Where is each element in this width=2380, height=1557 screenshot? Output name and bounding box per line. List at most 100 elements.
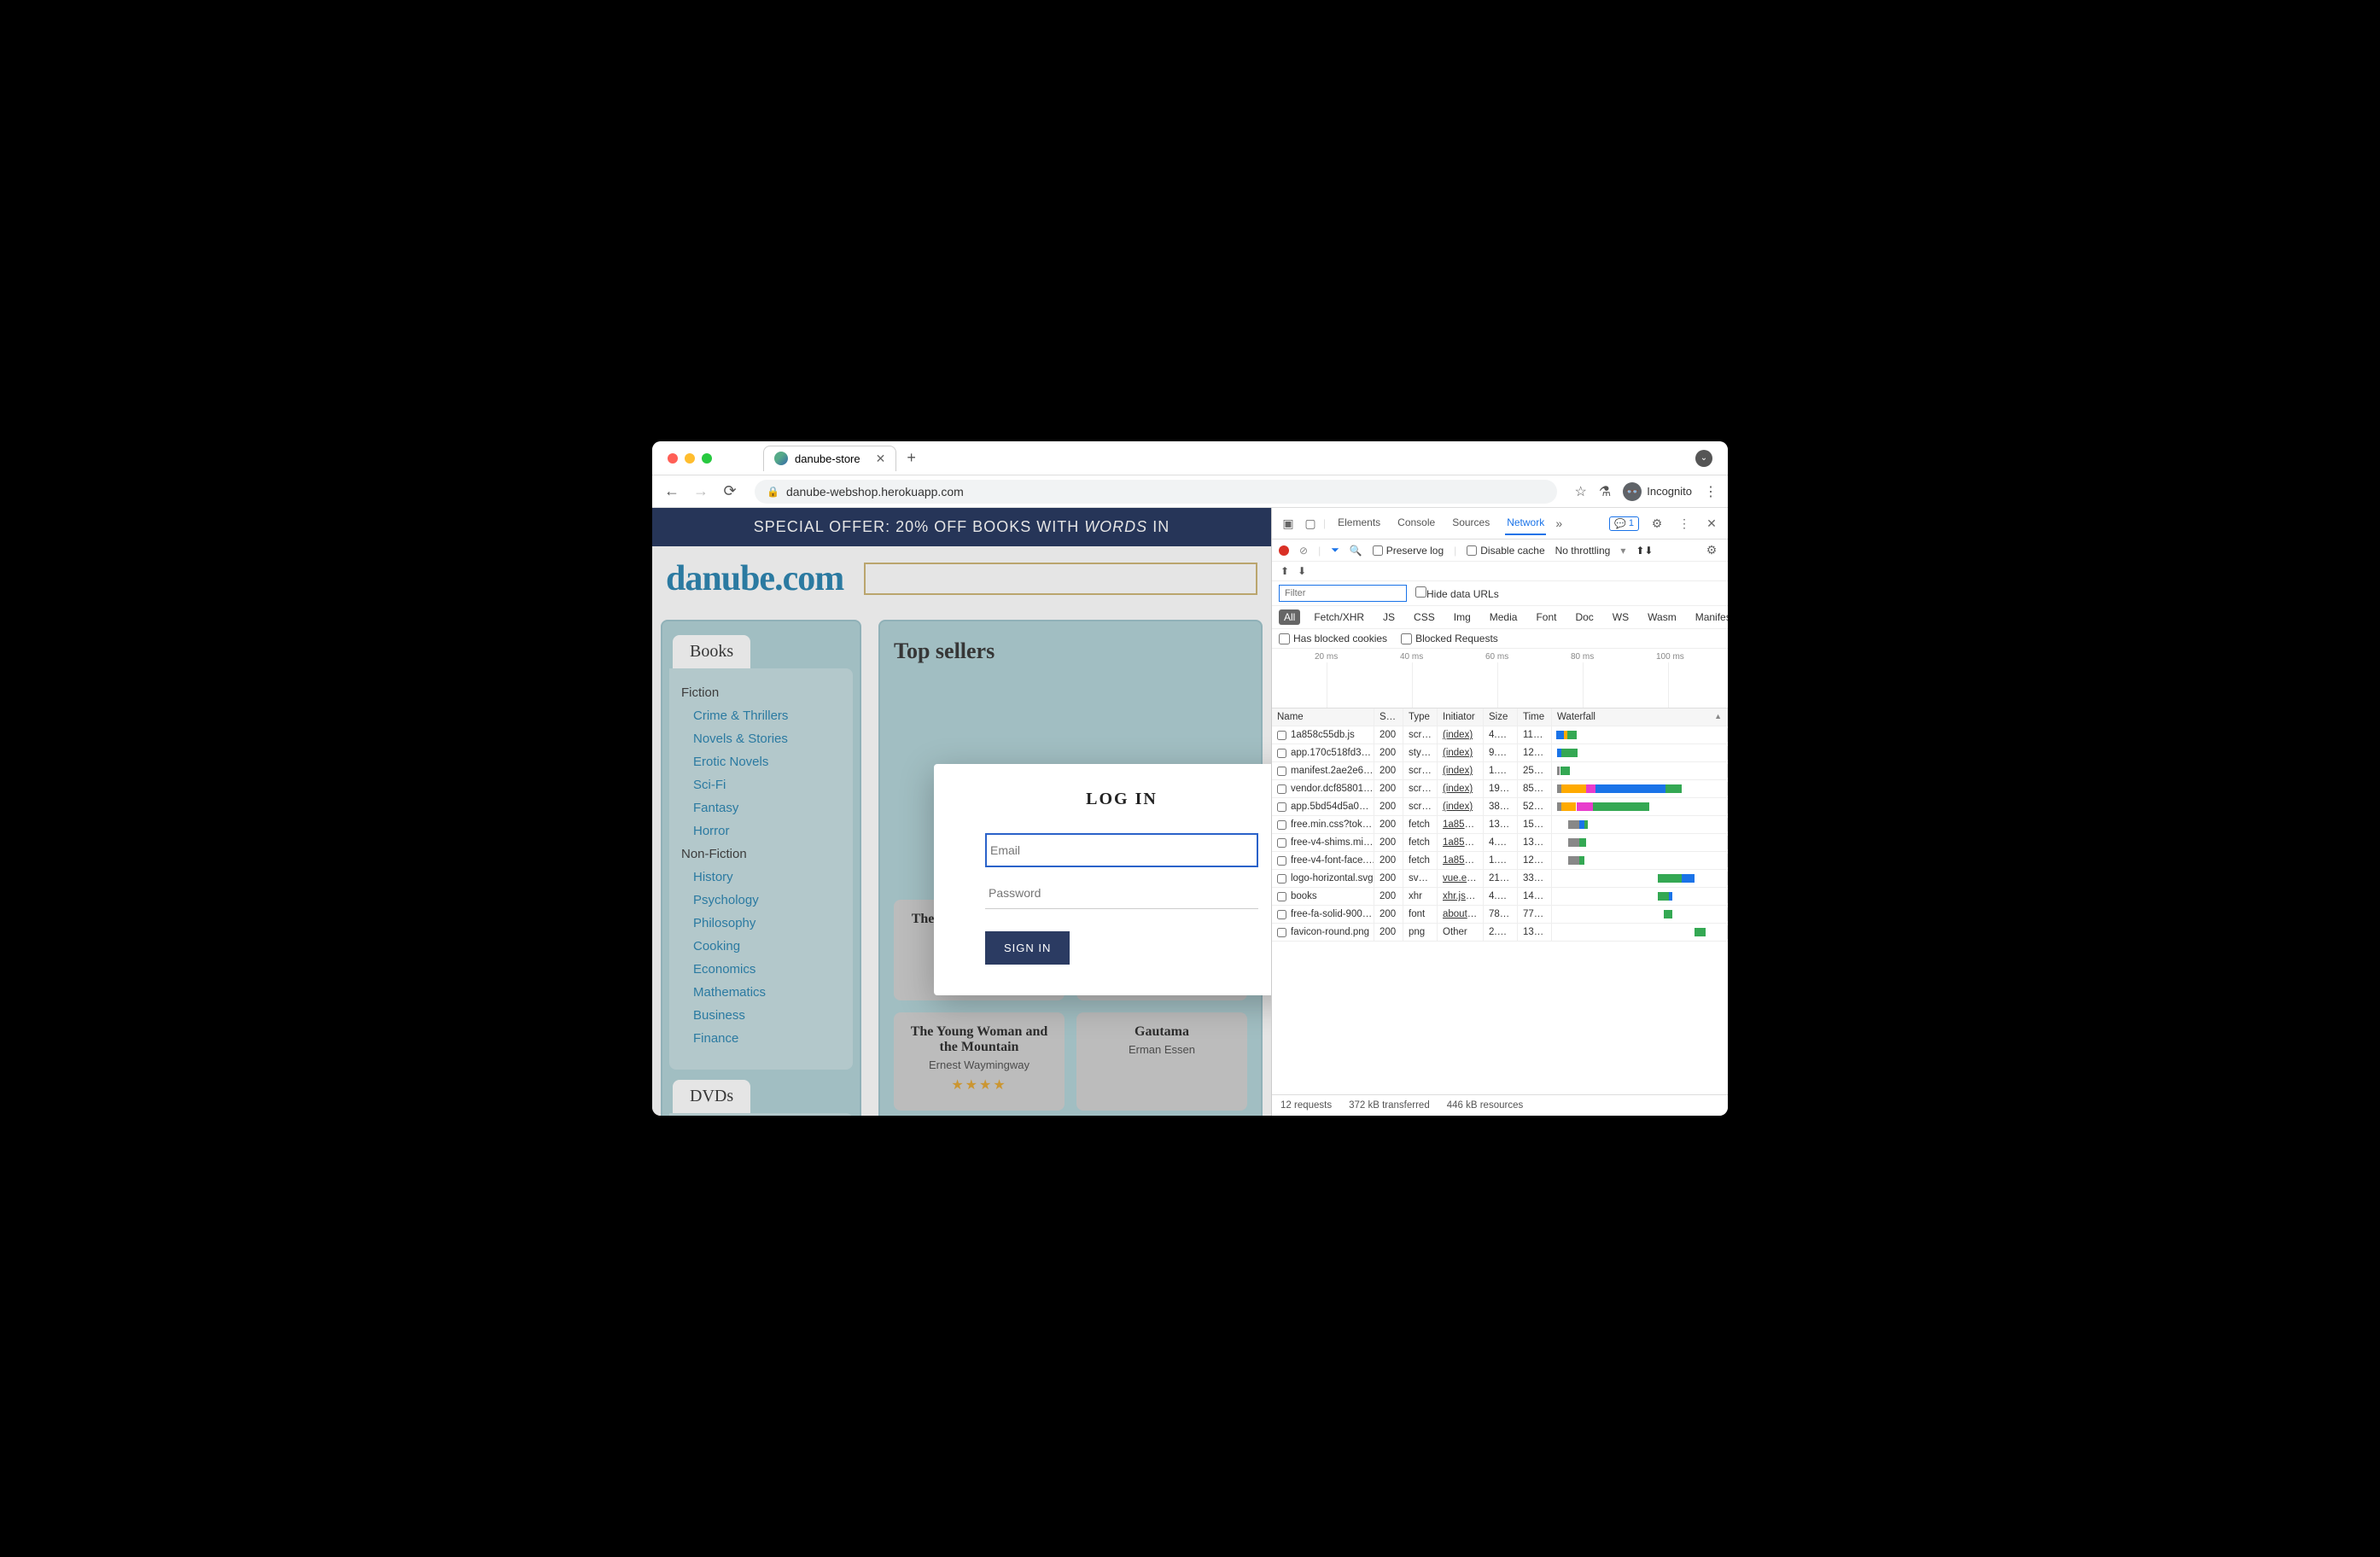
type-filter[interactable]: Fetch/XHR xyxy=(1309,609,1369,625)
has-blocked-cookies-checkbox[interactable]: Has blocked cookies xyxy=(1279,633,1387,644)
initiator-link[interactable]: vue.es… xyxy=(1443,873,1481,883)
row-checkbox[interactable] xyxy=(1277,731,1286,740)
settings-gear-icon[interactable]: ⚙ xyxy=(1648,516,1666,531)
extension-icon[interactable]: ⚗ xyxy=(1599,483,1611,500)
type-filter[interactable]: Manifest xyxy=(1690,609,1728,625)
close-window[interactable] xyxy=(668,453,678,464)
disable-cache-checkbox[interactable]: Disable cache xyxy=(1467,545,1544,557)
download-har-icon[interactable]: ⬇ xyxy=(1298,565,1306,577)
reload-icon[interactable]: ⟳ xyxy=(720,482,739,500)
row-checkbox[interactable] xyxy=(1277,874,1286,883)
filter-funnel-icon[interactable]: ⏷ xyxy=(1331,544,1339,557)
devtools-tab-console[interactable]: Console xyxy=(1396,511,1437,535)
type-filter[interactable]: CSS xyxy=(1409,609,1440,625)
devtools-tab-sources[interactable]: Sources xyxy=(1450,511,1491,535)
minimize-window[interactable] xyxy=(685,453,695,464)
clear-icon[interactable]: ⊘ xyxy=(1299,545,1308,557)
type-filter[interactable]: Font xyxy=(1531,609,1561,625)
row-checkbox[interactable] xyxy=(1277,784,1286,794)
row-checkbox[interactable] xyxy=(1277,820,1286,830)
upload-har-icon[interactable]: ⬆ xyxy=(1280,565,1289,577)
network-row[interactable]: app.170c518fd3…200styl…(index)9.0…12… xyxy=(1272,744,1728,762)
signin-button[interactable]: SIGN IN xyxy=(985,931,1070,965)
new-tab-button[interactable]: + xyxy=(907,449,916,467)
row-checkbox[interactable] xyxy=(1277,928,1286,937)
column-header[interactable]: Initiator xyxy=(1438,709,1484,726)
table-header[interactable]: NameSt…TypeInitiatorSizeTimeWaterfall▲ xyxy=(1272,709,1728,726)
kebab-menu-icon[interactable]: ⋮ xyxy=(1704,483,1718,500)
type-filter[interactable]: Wasm xyxy=(1642,609,1682,625)
initiator-link[interactable]: Other xyxy=(1443,927,1467,937)
initiator-link[interactable]: (index) xyxy=(1443,730,1473,740)
row-checkbox[interactable] xyxy=(1277,910,1286,919)
row-checkbox[interactable] xyxy=(1277,892,1286,901)
column-header[interactable]: Name xyxy=(1272,709,1374,726)
network-row[interactable]: favicon-round.png200pngOther2.2…13… xyxy=(1272,924,1728,942)
device-icon[interactable]: ▢ xyxy=(1301,516,1320,531)
network-row[interactable]: vendor.dcf85801…200script(index)19…85… xyxy=(1272,780,1728,798)
initiator-link[interactable]: xhr.js:178 xyxy=(1443,891,1484,901)
initiator-link[interactable]: 1a858c… xyxy=(1443,855,1484,866)
browser-tab[interactable]: danube-store ✕ xyxy=(763,446,896,471)
type-filter[interactable]: All xyxy=(1279,609,1300,625)
initiator-link[interactable]: (index) xyxy=(1443,784,1473,794)
throttling-caret-icon[interactable]: ▾ xyxy=(1620,545,1625,557)
initiator-link[interactable]: (index) xyxy=(1443,766,1473,776)
inspect-icon[interactable]: ▣ xyxy=(1279,516,1298,531)
network-row[interactable]: app.5bd54d5a0…200script(index)38…52… xyxy=(1272,798,1728,816)
search-icon[interactable]: 🔍 xyxy=(1350,545,1362,557)
issues-badge[interactable]: 💬1 xyxy=(1609,516,1639,531)
preserve-log-checkbox[interactable]: Preserve log xyxy=(1373,545,1444,557)
type-filter[interactable]: Doc xyxy=(1570,609,1598,625)
star-icon[interactable]: ☆ xyxy=(1575,483,1587,500)
devtools-kebab-icon[interactable]: ⋮ xyxy=(1675,516,1694,531)
type-filter[interactable]: Media xyxy=(1485,609,1523,625)
network-settings-gear-icon[interactable]: ⚙ xyxy=(1702,543,1721,557)
more-tabs-icon[interactable]: » xyxy=(1549,516,1568,530)
wifi-icon[interactable]: ⬆⬇ xyxy=(1636,545,1653,557)
initiator-link[interactable]: 1a858c… xyxy=(1443,819,1484,830)
network-timeline[interactable]: 20 ms40 ms60 ms80 ms100 ms xyxy=(1272,649,1728,709)
blocked-requests-checkbox[interactable]: Blocked Requests xyxy=(1401,633,1498,644)
password-field[interactable] xyxy=(985,878,1258,909)
devtools-tab-network[interactable]: Network xyxy=(1505,511,1546,535)
row-checkbox[interactable] xyxy=(1277,838,1286,848)
email-field[interactable] xyxy=(985,833,1258,867)
network-row[interactable]: free-v4-shims.mi…200fetch1a858c…4.6…13… xyxy=(1272,834,1728,852)
column-header[interactable]: Waterfall▲ xyxy=(1552,709,1728,726)
close-devtools-icon[interactable]: ✕ xyxy=(1702,516,1721,531)
column-header[interactable]: St… xyxy=(1374,709,1403,726)
maximize-window[interactable] xyxy=(702,453,712,464)
row-checkbox[interactable] xyxy=(1277,802,1286,812)
initiator-link[interactable]: (index) xyxy=(1443,802,1473,812)
record-button[interactable] xyxy=(1279,545,1289,556)
initiator-link[interactable]: about:cl… xyxy=(1443,909,1484,919)
type-filter[interactable]: WS xyxy=(1607,609,1634,625)
network-row[interactable]: free.min.css?tok…200fetch1a858c…13.…15… xyxy=(1272,816,1728,834)
profile-menu-icon[interactable]: ⌄ xyxy=(1695,450,1712,467)
throttling-select[interactable]: No throttling xyxy=(1555,545,1611,557)
network-row[interactable]: free-fa-solid-900…200fontabout:cl…78.…77… xyxy=(1272,906,1728,924)
row-checkbox[interactable] xyxy=(1277,749,1286,758)
row-checkbox[interactable] xyxy=(1277,767,1286,776)
network-row[interactable]: logo-horizontal.svg200sv…vue.es…21.…33… xyxy=(1272,870,1728,888)
type-filter[interactable]: Img xyxy=(1449,609,1476,625)
close-tab-icon[interactable]: ✕ xyxy=(876,452,886,466)
initiator-link[interactable]: (index) xyxy=(1443,748,1473,758)
network-row[interactable]: free-v4-font-face.…200fetch1a858c…1.7…12… xyxy=(1272,852,1728,870)
back-icon[interactable]: ← xyxy=(662,482,681,500)
devtools-tab-elements[interactable]: Elements xyxy=(1336,511,1382,535)
address-field[interactable]: 🔒 danube-webshop.herokuapp.com xyxy=(755,480,1557,504)
type-filter[interactable]: JS xyxy=(1378,609,1400,625)
network-row[interactable]: books200xhrxhr.js:1784.3…14… xyxy=(1272,888,1728,906)
column-header[interactable]: Size xyxy=(1484,709,1518,726)
column-header[interactable]: Time xyxy=(1518,709,1552,726)
forward-icon[interactable]: → xyxy=(691,482,710,500)
hide-data-urls-checkbox[interactable]: Hide data URLs xyxy=(1415,586,1499,600)
filter-input[interactable] xyxy=(1279,585,1407,602)
initiator-link[interactable]: 1a858c… xyxy=(1443,837,1484,848)
row-checkbox[interactable] xyxy=(1277,856,1286,866)
column-header[interactable]: Type xyxy=(1403,709,1438,726)
network-row[interactable]: 1a858c55db.js200script(index)4.4…11… xyxy=(1272,726,1728,744)
network-row[interactable]: manifest.2ae2e6…200script(index)1.2…25… xyxy=(1272,762,1728,780)
